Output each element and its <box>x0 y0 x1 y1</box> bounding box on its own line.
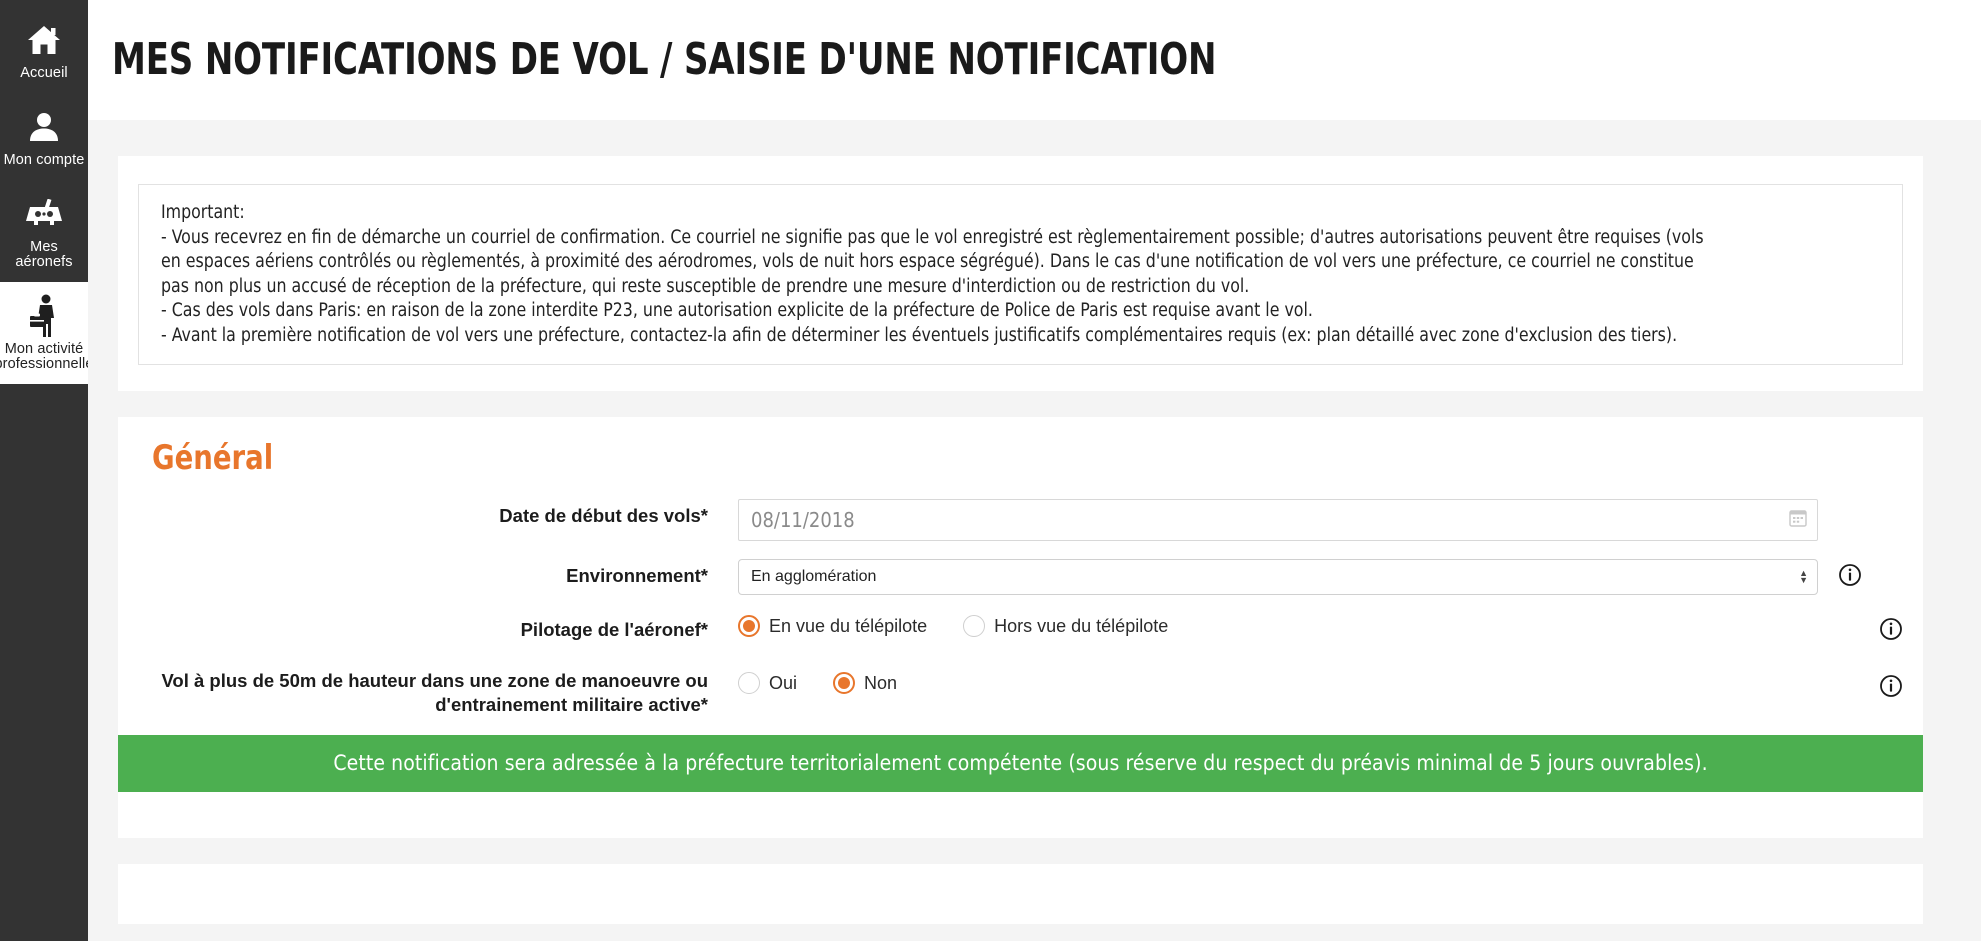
form-row-pilotage: Pilotage de l'aéronef* En vue du télépil… <box>138 613 1903 646</box>
pilotage-radio-group: En vue du télépilote Hors vue du télépil… <box>738 613 1859 637</box>
sidebar-item-mon-compte[interactable]: Mon compte <box>0 93 88 180</box>
radio-label: Hors vue du télépilote <box>994 616 1169 636</box>
info-icon[interactable] <box>1879 674 1903 703</box>
notice-line: en espaces aériens contrôlés ou règlemen… <box>161 251 1694 272</box>
radio-label: Oui <box>769 673 798 693</box>
card-bottom-spacer <box>118 792 1923 838</box>
form-row-environment: Environnement* En agglomération ▲ ▼ <box>138 559 1903 595</box>
radio-mark <box>738 672 760 694</box>
label-environnement: Environnement* <box>566 565 708 586</box>
important-notice-box: Important: - Vous recevrez en fin de dém… <box>138 184 1903 365</box>
page-header: MES NOTIFICATIONS DE VOL / SAISIE D'UNE … <box>88 0 1981 120</box>
main-area: MES NOTIFICATIONS DE VOL / SAISIE D'UNE … <box>88 0 1981 941</box>
sidebar-item-mes-aeronefs[interactable]: Mes aéronefs <box>0 180 88 282</box>
radio-mark <box>963 615 986 637</box>
radio-mark <box>833 672 856 694</box>
notice-line: - Avant la première notification de vol … <box>161 324 1678 346</box>
notice-heading: Important: <box>161 202 245 223</box>
prefecture-notification-banner: Cette notification sera adressée à la pr… <box>118 735 1923 792</box>
sidebar-item-accueil[interactable]: Accueil <box>0 6 88 93</box>
chevron-updown-icon: ▲ ▼ <box>1799 568 1808 585</box>
content-scroll-area: Important: - Vous recevrez en fin de dém… <box>88 120 1981 941</box>
form-row-altitude-militaire: Vol à plus de 50m de hauteur dans une zo… <box>138 664 1903 717</box>
next-section-card <box>118 864 1923 924</box>
person-icon <box>28 107 60 147</box>
label-vol-50m-zone-militaire: Vol à plus de 50m de hauteur dans une zo… <box>161 670 708 715</box>
sidebar: Accueil Mon compte Mes aéronefs Mon acti… <box>0 0 93 941</box>
label-date-debut: Date de début des vols* <box>499 505 708 526</box>
info-icon[interactable] <box>1838 563 1862 592</box>
environment-select-value: En agglomération <box>751 568 877 585</box>
sidebar-item-label: Mon activité professionnelle <box>0 341 94 372</box>
notice-line: pas non plus un accusé de réception de l… <box>161 275 1250 297</box>
section-title-general: Général <box>152 438 274 478</box>
general-section-card: Général Date de début des vols* 08/11/20… <box>118 417 1923 838</box>
radio-hors-vue-du-telepilote[interactable]: Hors vue du télépilote <box>963 615 1168 637</box>
page-title: MES NOTIFICATIONS DE VOL / SAISIE D'UNE … <box>112 34 1217 85</box>
home-icon <box>27 20 61 60</box>
notice-line: - Vous recevrez en fin de démarche un co… <box>161 226 1704 248</box>
date-input-wrapper <box>738 499 1818 541</box>
notice-line: - Cas des vols dans Paris: en raison de … <box>161 300 1313 321</box>
radio-oui[interactable]: Oui <box>738 672 797 694</box>
sidebar-item-label: Mon compte <box>3 152 85 168</box>
info-icon[interactable] <box>1879 617 1903 646</box>
altitude-radio-group: Oui Non <box>738 664 1859 694</box>
form-row-date: Date de début des vols* <box>138 499 1903 541</box>
app-root: Accueil Mon compte Mes aéronefs Mon acti… <box>0 0 1981 941</box>
label-pilotage: Pilotage de l'aéronef* <box>520 619 708 640</box>
notice-card: Important: - Vous recevrez en fin de dém… <box>118 156 1923 391</box>
drone-icon <box>24 194 64 234</box>
sidebar-item-label: Accueil <box>20 65 68 81</box>
radio-non[interactable]: Non <box>833 672 897 694</box>
radio-en-vue-du-telepilote[interactable]: En vue du télépilote <box>738 615 927 637</box>
radio-label: Non <box>864 673 898 693</box>
businessperson-icon <box>27 294 61 337</box>
radio-label: En vue du télépilote <box>769 616 928 636</box>
environment-select-wrapper[interactable]: En agglomération ▲ ▼ <box>738 559 1818 595</box>
radio-mark <box>738 615 760 637</box>
sidebar-item-mon-activite-professionnelle[interactable]: Mon activité professionnelle <box>0 282 93 384</box>
date-input[interactable] <box>738 499 1818 541</box>
environment-select[interactable]: En agglomération <box>738 559 1818 595</box>
sidebar-item-label: Mes aéronefs <box>15 239 73 270</box>
